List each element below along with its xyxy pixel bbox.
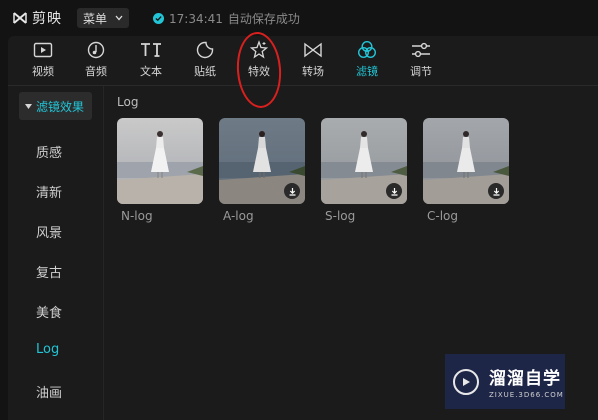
tab-transition[interactable]: 转场 <box>288 36 338 84</box>
adjust-icon <box>411 39 431 61</box>
section-title: Log <box>117 95 139 109</box>
app-logo: 剪映 <box>12 9 68 27</box>
save-text: 自动保存成功 <box>227 12 300 26</box>
filter-icon <box>357 39 377 61</box>
tab-video-label: 视频 <box>32 65 54 78</box>
download-icon[interactable] <box>488 183 504 199</box>
tab-audio-label: 音频 <box>85 65 107 78</box>
text-icon <box>140 39 162 61</box>
watermark-url: ZIXUE.3D66.COM <box>489 391 564 399</box>
filter-name-n-log: N-log <box>121 209 153 223</box>
filter-category-sidebar: 滤镜效果 质感 清新 风景 复古 美食 Log 油画 <box>8 86 104 420</box>
tab-filter[interactable]: 滤镜 <box>342 36 392 84</box>
download-icon[interactable] <box>284 183 300 199</box>
check-circle-icon <box>153 13 164 24</box>
tab-adjust[interactable]: 调节 <box>396 36 446 84</box>
video-icon <box>33 39 53 61</box>
tab-adjust-label: 调节 <box>410 65 432 78</box>
filter-card-a-log[interactable] <box>219 118 305 204</box>
audio-icon <box>87 39 105 61</box>
tab-filter-label: 滤镜 <box>356 65 378 78</box>
sidebar-item-oil-painting[interactable]: 油画 <box>36 382 62 401</box>
caret-down-icon <box>25 103 32 109</box>
sticker-icon <box>196 39 214 61</box>
sidebar-item-scenery[interactable]: 风景 <box>36 222 62 241</box>
filter-card-n-log[interactable] <box>117 118 203 204</box>
watermark: 溜溜自学 ZIXUE.3D66.COM <box>445 354 565 409</box>
sidebar-item-texture[interactable]: 质感 <box>36 142 62 161</box>
menu-label: 菜单 <box>83 11 108 26</box>
sidebar-item-fresh[interactable]: 清新 <box>36 182 62 201</box>
sidebar-item-retro[interactable]: 复古 <box>36 262 62 281</box>
save-time: 17:34:41 <box>169 11 223 26</box>
play-logo-icon <box>453 368 479 395</box>
sidebar-item-log[interactable]: Log <box>36 342 59 357</box>
filter-name-s-log: S-log <box>325 209 356 223</box>
tab-sticker-label: 贴纸 <box>194 65 216 78</box>
app-name: 剪映 <box>32 11 62 27</box>
category-header[interactable]: 滤镜效果 <box>19 92 92 120</box>
transition-icon <box>303 39 323 61</box>
chevron-down-icon <box>115 15 123 21</box>
filter-name-a-log: A-log <box>223 209 254 223</box>
filter-card-c-log[interactable] <box>423 118 509 204</box>
menu-button[interactable]: 菜单 <box>77 8 129 28</box>
tab-text-label: 文本 <box>140 65 162 78</box>
watermark-title: 溜溜自学 <box>489 369 561 389</box>
save-status: 17:34:41 自动保存成功 <box>153 10 300 27</box>
title-bar: 剪映 菜单 17:34:41 自动保存成功 <box>0 0 598 36</box>
tab-sticker[interactable]: 贴纸 <box>180 36 230 84</box>
filter-card-s-log[interactable] <box>321 118 407 204</box>
tab-transition-label: 转场 <box>302 65 324 78</box>
tab-text[interactable]: 文本 <box>126 36 176 84</box>
capcut-logo-icon <box>13 12 27 24</box>
filter-name-c-log: C-log <box>427 209 459 223</box>
category-header-label: 滤镜效果 <box>36 99 85 114</box>
download-icon[interactable] <box>386 183 402 199</box>
filter-thumbnail <box>117 118 203 204</box>
sidebar-item-food[interactable]: 美食 <box>36 302 62 321</box>
tab-audio[interactable]: 音频 <box>71 36 121 84</box>
tab-video[interactable]: 视频 <box>18 36 68 84</box>
media-toolbar: 视频 音频 文本 贴纸 特效 转场 滤镜 调节 <box>8 36 598 86</box>
